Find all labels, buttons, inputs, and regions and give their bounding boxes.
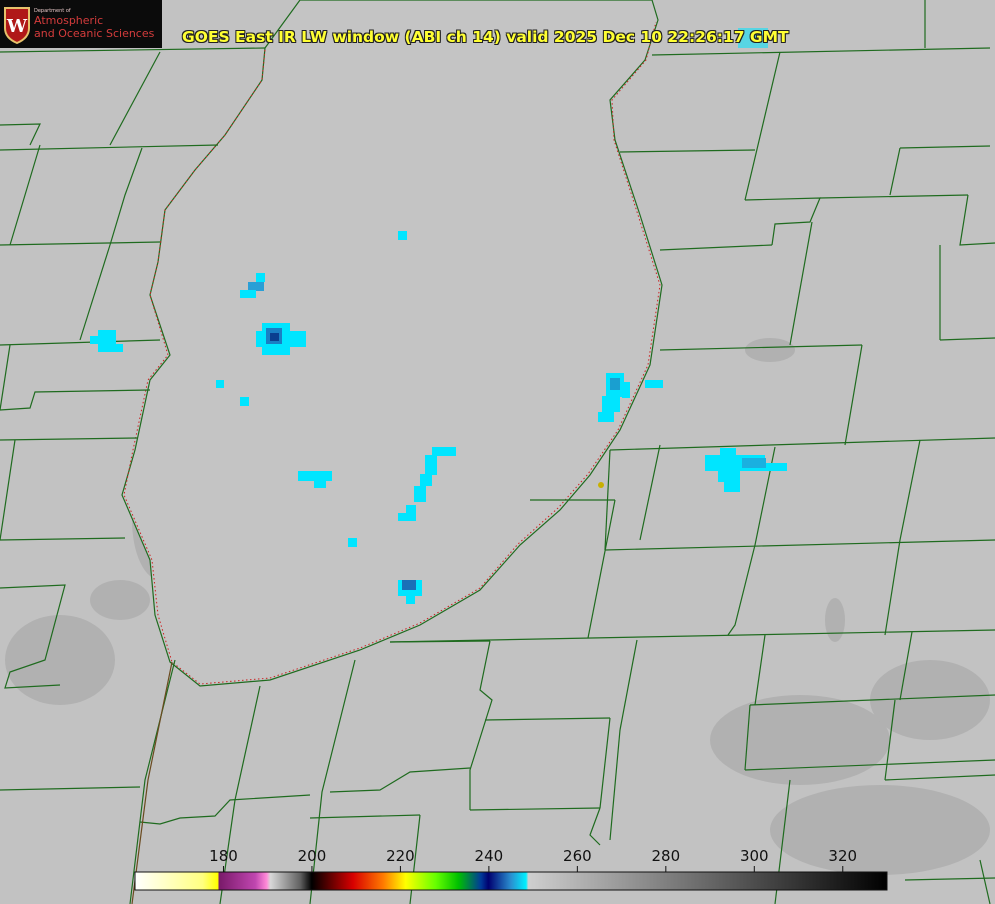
uw-crest-icon: W	[4, 7, 30, 44]
colorbar-tick-label: 300	[739, 847, 769, 865]
colorbar-tick-label: 180	[209, 847, 238, 865]
colorbar-tick-label: 260	[563, 847, 592, 865]
colorbar	[134, 871, 888, 891]
colorbar-tick-label: 280	[651, 847, 681, 865]
svg-text:W: W	[6, 16, 28, 37]
ir-satellite-map	[0, 0, 995, 904]
logo-line-1: Atmospheric	[34, 14, 104, 27]
colorbar-tick-label: 220	[386, 847, 415, 865]
image-title: GOES East IR LW window (ABI ch 14) valid…	[182, 28, 789, 46]
colorbar-tick-label: 240	[474, 847, 504, 865]
colorbar-tick-label: 200	[297, 847, 327, 865]
uw-aos-logo: W Department of Atmospheric and Oceanic …	[0, 0, 162, 48]
colorbar-tick-label: 320	[828, 847, 858, 865]
logo-line-2: and Oceanic Sciences	[34, 27, 155, 40]
